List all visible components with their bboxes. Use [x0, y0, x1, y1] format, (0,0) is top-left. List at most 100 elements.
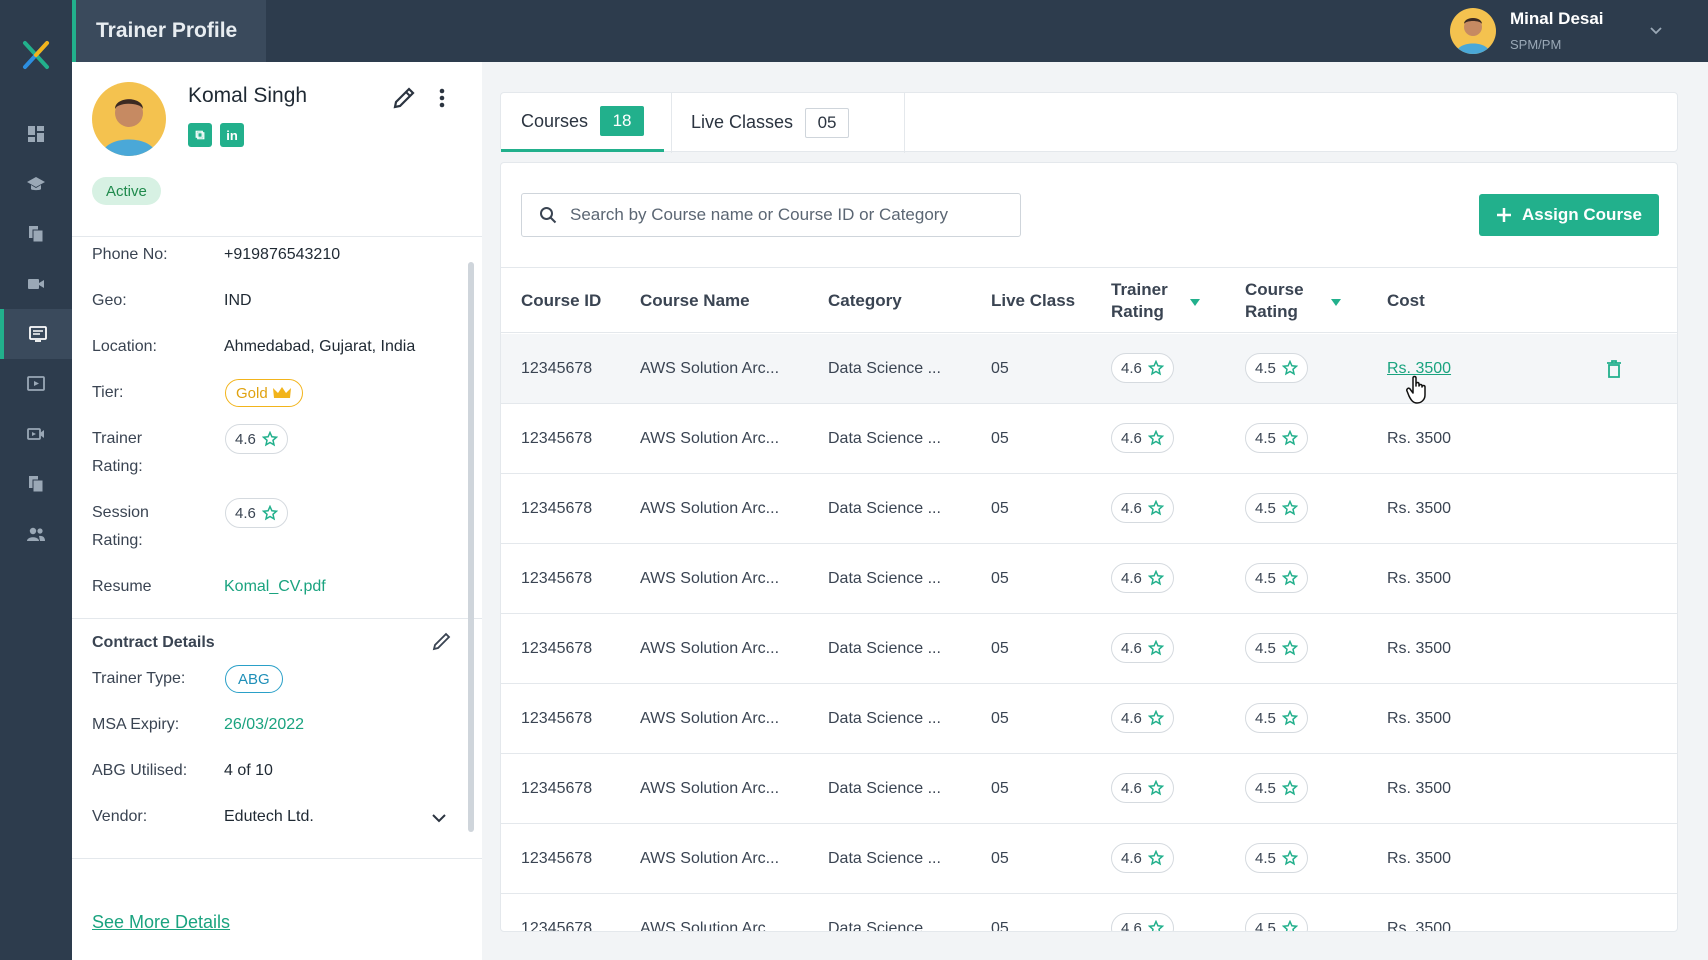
star-icon	[1147, 500, 1164, 516]
cell-course-rating: 4.5	[1255, 429, 1276, 447]
header-trainer-rating[interactable]: Trainer Rating	[1111, 268, 1168, 334]
nav-recordings[interactable]	[0, 409, 72, 459]
cell-course-name: AWS Solution Arc...	[640, 850, 780, 867]
sort-course-rating-icon[interactable]	[1331, 299, 1341, 306]
table-row[interactable]: 12345678 AWS Solution Arc... Data Scienc…	[501, 544, 1677, 614]
search-box[interactable]	[521, 193, 1021, 237]
play-screen-icon	[27, 376, 45, 391]
cell-course-rating: 4.5	[1255, 499, 1276, 517]
table-row[interactable]: 12345678 AWS Solution Arc... Data Scienc…	[501, 334, 1677, 404]
nav-documents[interactable]	[0, 209, 72, 259]
cell-cost: Rs. 3500	[1387, 430, 1452, 447]
profile-scrollbar[interactable]	[468, 262, 474, 832]
star-icon	[1281, 570, 1298, 586]
nav-trainers[interactable]	[0, 309, 72, 359]
geo-label: Geo:	[92, 292, 127, 309]
chevron-down-icon[interactable]	[430, 809, 448, 827]
user-avatar[interactable]	[1450, 8, 1496, 54]
cell-live-class: 05	[991, 360, 1009, 377]
cell-course-id: 12345678	[521, 570, 593, 587]
cell-live-class: 05	[991, 780, 1009, 797]
cell-cost: Rs. 3500	[1387, 570, 1452, 587]
course-rating-badge: 4.5	[1245, 703, 1308, 733]
header-trainer-rating-line1: Trainer	[1111, 280, 1168, 299]
table-row[interactable]: 12345678 AWS Solution Arc... Data Scienc…	[501, 754, 1677, 824]
cell-course-rating: 4.5	[1255, 709, 1276, 727]
courses-card: Assign Course Course ID Course Name Cate…	[500, 162, 1678, 932]
cell-live-class: 05	[991, 430, 1009, 447]
header-trainer-rating-line2: Rating	[1111, 302, 1164, 321]
msa-expiry-value: 26/03/2022	[224, 716, 305, 733]
edit-contract-icon[interactable]	[430, 629, 454, 653]
see-more-details-link[interactable]: See More Details	[92, 912, 230, 933]
tab-separator	[671, 93, 672, 153]
star-icon	[261, 431, 278, 447]
nav-video[interactable]	[0, 259, 72, 309]
header-live-class: Live Class	[991, 291, 1076, 310]
page-title: Trainer Profile	[72, 0, 266, 62]
edit-profile-icon[interactable]	[390, 84, 418, 112]
star-icon	[1147, 430, 1164, 446]
phone-label: Phone No:	[92, 246, 168, 263]
course-rating-badge: 4.5	[1245, 633, 1308, 663]
cell-category: Data Science ...	[828, 360, 941, 377]
trainer-rating-badge: 4.6	[1111, 843, 1174, 873]
tab-courses-label: Courses	[521, 110, 589, 131]
cell-course-id: 12345678	[521, 500, 593, 517]
cell-trainer-rating: 4.6	[1121, 709, 1142, 727]
table-row[interactable]: 12345678 AWS Solution Arc... Data Scienc…	[501, 824, 1677, 894]
search-input[interactable]	[570, 205, 1010, 225]
sort-trainer-rating-icon[interactable]	[1190, 299, 1200, 306]
star-icon	[1281, 780, 1298, 796]
content-tabs: Courses 18 Live Classes 05	[500, 92, 1678, 153]
trainer-rating-label-line2: Rating:	[92, 458, 143, 475]
nav-play[interactable]	[0, 359, 72, 409]
cell-category: Data Science ...	[828, 640, 941, 657]
nav-dashboard[interactable]	[0, 109, 72, 159]
star-icon	[1147, 360, 1164, 376]
star-icon	[1147, 710, 1164, 726]
table-row[interactable]: 12345678 AWS Solution Arc... Data Scienc…	[501, 474, 1677, 544]
link-icon[interactable]: ⧉	[188, 123, 212, 147]
session-rating-label-line2: Rating:	[92, 532, 143, 549]
trainer-avatar-image	[102, 99, 156, 156]
tab-live-classes-count: 05	[805, 107, 850, 138]
star-icon	[261, 505, 278, 521]
linkedin-icon[interactable]: in	[220, 123, 244, 147]
cell-course-name: AWS Solution Arc...	[640, 500, 780, 517]
documents-icon	[29, 226, 44, 243]
user-name[interactable]: Minal Desai	[1510, 9, 1604, 29]
nav-files[interactable]	[0, 459, 72, 509]
table-row[interactable]: 12345678 AWS Solution Arc... Data Scienc…	[501, 614, 1677, 684]
assign-course-button[interactable]: Assign Course	[1479, 194, 1659, 236]
header-cost: Cost	[1387, 291, 1425, 310]
nav-users[interactable]	[0, 509, 72, 559]
table-row[interactable]: 12345678 AWS Solution Arc... Data Scienc…	[501, 404, 1677, 474]
contract-details-title: Contract Details	[92, 634, 215, 651]
resume-link[interactable]: Komal_CV.pdf	[224, 572, 326, 602]
nav-courses[interactable]	[0, 159, 72, 209]
table-header: Course ID Course Name Category Live Clas…	[501, 267, 1677, 334]
table-row[interactable]: 12345678 AWS Solution Arc Data Science 0…	[501, 894, 1677, 931]
cell-category: Data Science ...	[828, 780, 941, 797]
table-row[interactable]: 12345678 AWS Solution Arc... Data Scienc…	[501, 684, 1677, 754]
dashboard-icon	[28, 126, 44, 142]
tab-live-classes[interactable]: Live Classes 05	[671, 93, 869, 152]
delete-icon[interactable]	[1603, 358, 1625, 380]
header-course-rating[interactable]: Course Rating	[1245, 268, 1304, 334]
cell-course-id: 12345678	[521, 850, 593, 867]
more-options-icon[interactable]	[432, 84, 452, 112]
trainer-board-icon	[29, 326, 47, 342]
trainer-rating-value: 4.6	[235, 430, 256, 448]
star-icon	[1281, 920, 1298, 931]
app-logo-icon[interactable]	[22, 40, 50, 70]
course-rating-badge: 4.5	[1245, 773, 1308, 803]
cell-course-rating: 4.5	[1255, 359, 1276, 377]
cell-course-name: AWS Solution Arc...	[640, 430, 780, 447]
cell-course-id: 12345678	[521, 640, 593, 657]
chevron-down-icon[interactable]	[1648, 22, 1664, 38]
star-icon	[1281, 640, 1298, 656]
star-icon	[1281, 710, 1298, 726]
trainer-rating-badge: 4.6	[1111, 563, 1174, 593]
tab-courses[interactable]: Courses 18	[501, 93, 665, 152]
